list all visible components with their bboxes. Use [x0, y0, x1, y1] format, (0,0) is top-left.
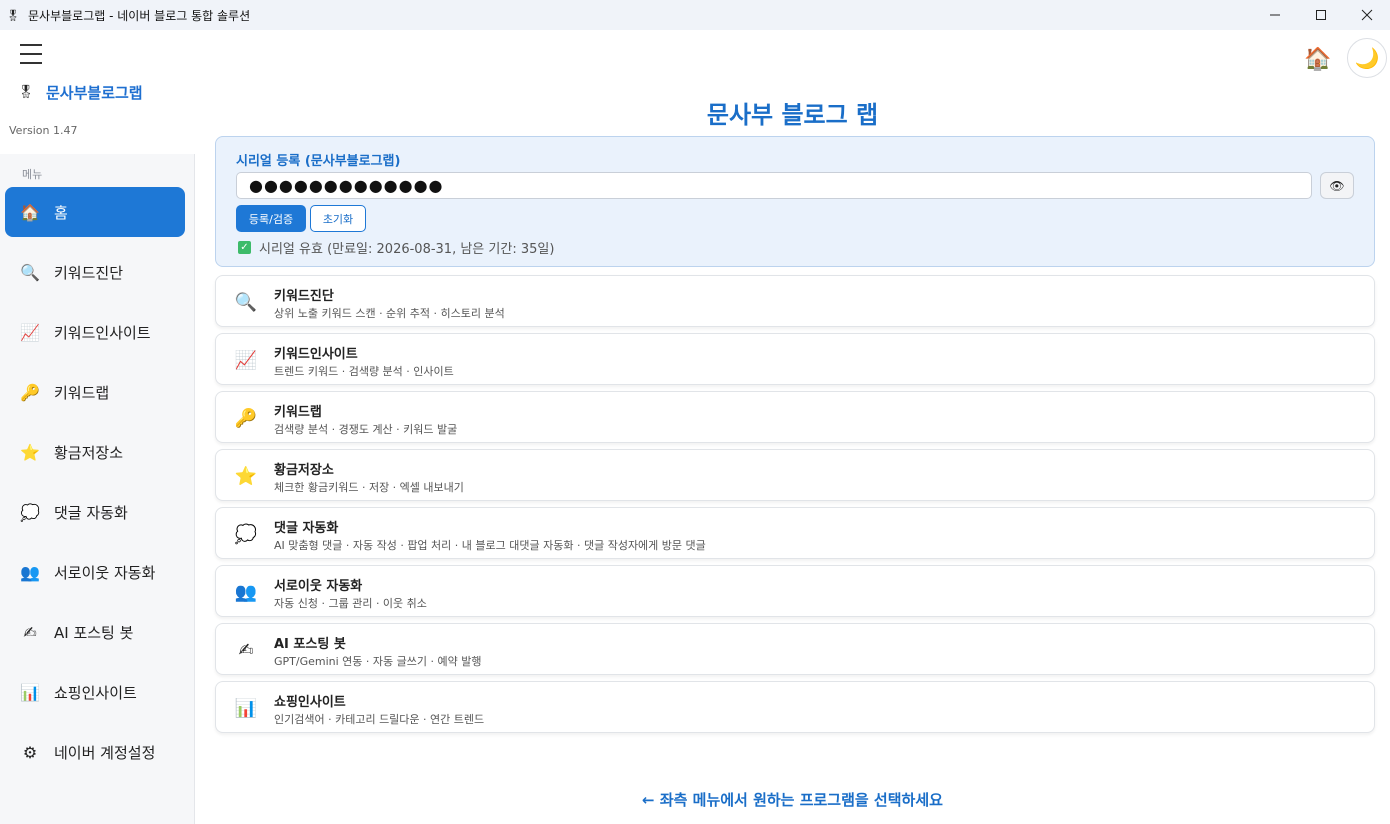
- sidebar-header: 🎖 문사부블로그랩 Version 1.47: [0, 30, 195, 154]
- card-title: 댓글 자동화: [274, 521, 339, 536]
- card-description: 검색량 분석 · 경쟁도 계산 · 키워드 발굴: [274, 423, 458, 436]
- app-logo-icon: 🎖: [17, 85, 35, 100]
- menu-section-label: 메뉴: [22, 168, 43, 181]
- close-icon: [1361, 9, 1373, 21]
- magnifier-icon: 🔍: [20, 262, 40, 282]
- maximize-button[interactable]: [1298, 0, 1344, 30]
- sidebar: 🎖 문사부블로그랩 Version 1.47 메뉴 🏠 홈 🔍 키워드진단 📈 키워드인사…: [0, 30, 195, 824]
- bar-chart-icon: 📊: [20, 682, 40, 702]
- serial-registration-panel: 시리얼 등록 (문사부블로그랩) ●●●●●●●●●●●●● 👁 등록/검증 초…: [215, 136, 1375, 267]
- sidebar-item-label: 쇼핑인사이트: [54, 683, 137, 702]
- sidebar-item-4[interactable]: ⭐ 황금저장소: [5, 427, 185, 477]
- minimize-button[interactable]: [1252, 0, 1298, 30]
- sidebar-item-label: 키워드진단: [54, 263, 124, 282]
- program-card[interactable]: 💭 댓글 자동화 AI 맞춤형 댓글 · 자동 작성 · 팝업 처리 · 내 블로그…: [215, 507, 1375, 559]
- program-card[interactable]: 🔑 키워드랩검색량 분석 · 경쟁도 계산 · 키워드 발굴: [215, 391, 1375, 443]
- theme-toggle-button[interactable]: 🌙: [1347, 38, 1387, 78]
- sidebar-item-9[interactable]: ⚙ 네이버 계정설정: [5, 727, 185, 777]
- card-description: 인기검색어 · 카테고리 드릴다운 · 연간 트렌드: [274, 713, 485, 726]
- card-description: 상위 노출 키워드 스캔 · 순위 추적 · 히스토리 분석: [274, 307, 505, 320]
- people-icon: 👥: [20, 562, 40, 582]
- program-card[interactable]: 🔍 키워드진단상위 노출 키워드 스캔 · 순위 추적 · 히스토리 분석: [215, 275, 1375, 327]
- card-description: AI 맞춤형 댓글 · 자동 작성 · 팝업 처리 · 내 블로그 대댓글 자동…: [274, 539, 706, 552]
- hamburger-menu-icon[interactable]: [20, 44, 42, 64]
- card-description: 자동 신청 · 그룹 관리 · 이웃 취소: [274, 597, 427, 610]
- program-card[interactable]: ⭐ 황금저장소체크한 황금키워드 · 저장 · 엑셀 내보내기: [215, 449, 1375, 501]
- card-title: AI 포스팅 봇: [274, 637, 346, 652]
- card-title: 쇼핑인사이트: [274, 695, 346, 710]
- sidebar-nav: 🏠 홈 🔍 키워드진단 📈 키워드인사이트 🔑 키워드랩 ⭐ 황금저장소 💭 댓글 자동화 👥 서로이웃 …: [5, 187, 185, 787]
- sidebar-item-2[interactable]: 📈 키워드인사이트: [5, 307, 185, 357]
- card-title: 키워드인사이트: [274, 347, 358, 362]
- card-title: 키워드진단: [274, 289, 334, 304]
- people-icon: 👥: [234, 581, 258, 603]
- writing-hand-icon: ✍: [238, 639, 254, 661]
- window-controls: [1252, 0, 1390, 30]
- checkmark-icon: ✓: [238, 241, 251, 254]
- maximize-icon: [1316, 10, 1326, 20]
- magnifier-icon: 🔍: [234, 291, 258, 313]
- key-icon: 🔑: [20, 382, 40, 402]
- serial-title: 시리얼 등록 (문사부블로그랩): [236, 154, 401, 169]
- sidebar-item-6[interactable]: 👥 서로이웃 자동화: [5, 547, 185, 597]
- sidebar-item-7[interactable]: ✍ AI 포스팅 봇: [5, 607, 185, 657]
- bar-chart-icon: 📊: [234, 697, 258, 719]
- house-icon: 🏠: [20, 202, 40, 222]
- card-title: 황금저장소: [274, 463, 334, 478]
- window-title: 문사부블로그랩 - 네이버 블로그 통합 솔루션: [28, 8, 251, 23]
- reset-button[interactable]: 초기화: [310, 205, 366, 232]
- sidebar-item-3[interactable]: 🔑 키워드랩: [5, 367, 185, 417]
- star-icon: ⭐: [20, 442, 40, 462]
- footer-hint: ← 좌측 메뉴에서 원하는 프로그램을 선택하세요: [642, 791, 943, 809]
- sidebar-item-0[interactable]: 🏠 홈: [5, 187, 185, 237]
- sidebar-item-5[interactable]: 💭 댓글 자동화: [5, 487, 185, 537]
- version-label: Version 1.47: [9, 124, 78, 137]
- card-description: GPT/Gemini 연동 · 자동 글쓰기 · 예약 발행: [274, 655, 482, 668]
- moon-icon: 🌙: [1354, 46, 1380, 70]
- card-description: 트렌드 키워드 · 검색량 분석 · 인사이트: [274, 365, 454, 378]
- home-icon[interactable]: 🏠: [1303, 44, 1333, 74]
- window-titlebar: 🎖 문사부블로그랩 - 네이버 블로그 통합 솔루션: [0, 0, 1390, 30]
- sidebar-item-label: 네이버 계정설정: [54, 743, 156, 762]
- speech-bubble-icon: 💭: [20, 502, 40, 522]
- program-card[interactable]: 📊 쇼핑인사이트인기검색어 · 카테고리 드릴다운 · 연간 트렌드: [215, 681, 1375, 733]
- program-card[interactable]: 📈 키워드인사이트트렌드 키워드 · 검색량 분석 · 인사이트: [215, 333, 1375, 385]
- register-button[interactable]: 등록/검증: [236, 205, 306, 232]
- gear-icon: ⚙: [22, 742, 38, 762]
- sidebar-item-label: 댓글 자동화: [54, 503, 128, 522]
- sidebar-item-label: 키워드랩: [54, 383, 110, 402]
- sidebar-item-label: AI 포스팅 봇: [54, 623, 134, 642]
- app-logo-icon: 🎖: [6, 8, 20, 22]
- minimize-icon: [1270, 14, 1280, 16]
- serial-status-text: 시리얼 유효 (만료일: 2026-08-31, 남은 기간: 35일): [259, 242, 555, 257]
- program-card-list: 🔍 키워드진단상위 노출 키워드 스캔 · 순위 추적 · 히스토리 분석 📈 키워드…: [215, 275, 1375, 739]
- page-title: 문사부 블로그 랩: [706, 101, 879, 129]
- show-serial-button[interactable]: 👁: [1320, 172, 1354, 199]
- writing-hand-icon: ✍: [23, 622, 37, 642]
- serial-status: ✓ 시리얼 유효 (만료일: 2026-08-31, 남은 기간: 35일): [238, 238, 554, 257]
- brand: 🎖 문사부블로그랩: [18, 82, 143, 103]
- sidebar-item-label: 홈: [54, 203, 68, 222]
- star-icon: ⭐: [234, 465, 258, 487]
- card-description: 체크한 황금키워드 · 저장 · 엑셀 내보내기: [274, 481, 464, 494]
- sidebar-item-label: 키워드인사이트: [54, 323, 151, 342]
- close-button[interactable]: [1344, 0, 1390, 30]
- sidebar-item-label: 황금저장소: [54, 443, 124, 462]
- eye-icon: 👁: [1329, 178, 1345, 193]
- speech-bubble-icon: 💭: [234, 523, 258, 545]
- program-card[interactable]: 👥 서로이웃 자동화자동 신청 · 그룹 관리 · 이웃 취소: [215, 565, 1375, 617]
- brand-name: 문사부블로그랩: [46, 84, 143, 102]
- chart-up-icon: 📈: [234, 349, 258, 371]
- sidebar-item-label: 서로이웃 자동화: [54, 563, 156, 582]
- card-title: 서로이웃 자동화: [274, 579, 363, 594]
- sidebar-item-1[interactable]: 🔍 키워드진단: [5, 247, 185, 297]
- program-card[interactable]: ✍ AI 포스팅 봇 GPT/Gemini 연동 · 자동 글쓰기 · 예약 발행: [215, 623, 1375, 675]
- chart-up-icon: 📈: [20, 322, 40, 342]
- sidebar-item-8[interactable]: 📊 쇼핑인사이트: [5, 667, 185, 717]
- serial-input[interactable]: ●●●●●●●●●●●●●: [236, 172, 1312, 199]
- key-icon: 🔑: [234, 407, 258, 429]
- card-title: 키워드랩: [274, 405, 322, 420]
